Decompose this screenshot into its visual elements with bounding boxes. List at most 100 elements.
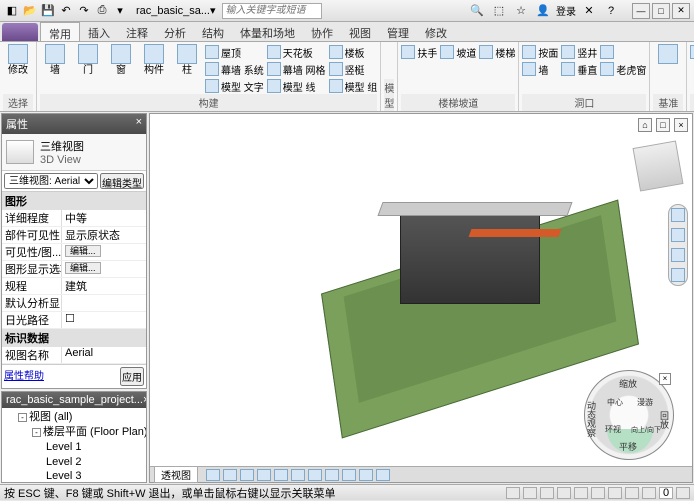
help-search-input[interactable] xyxy=(222,3,322,19)
maximize-button[interactable]: □ xyxy=(652,3,670,19)
ribbon-柱[interactable]: 柱 xyxy=(172,44,202,76)
ribbon-模型 文字[interactable]: 模型 文字 xyxy=(205,78,264,94)
visual-style-icon[interactable] xyxy=(240,469,254,481)
exchange-icon[interactable]: ✕ xyxy=(580,3,598,19)
tab-1[interactable]: 插入 xyxy=(80,22,118,41)
ribbon-竖井[interactable]: 竖井 xyxy=(561,44,597,60)
help-icon[interactable]: ? xyxy=(602,3,620,19)
minimize-button[interactable]: — xyxy=(632,3,650,19)
undo-icon[interactable]: ↶ xyxy=(58,3,74,19)
lock-icon[interactable] xyxy=(342,469,356,481)
ribbon-天花板[interactable]: 天花板 xyxy=(267,44,326,60)
property-row[interactable]: 默认分析显... xyxy=(2,295,146,312)
qat-dropdown-icon[interactable]: ▾ xyxy=(112,3,128,19)
ribbon-扶手[interactable]: 扶手 xyxy=(401,44,437,60)
tree-node[interactable]: Level 3 xyxy=(4,469,144,483)
property-row[interactable]: 规程建筑 xyxy=(2,278,146,295)
ribbon-楼板[interactable]: 楼板 xyxy=(329,44,378,60)
select-face-icon[interactable] xyxy=(625,487,639,499)
tab-3[interactable]: 分析 xyxy=(156,22,194,41)
temp-hide-icon[interactable] xyxy=(359,469,373,481)
crop-visible-icon[interactable] xyxy=(325,469,339,481)
close-button[interactable]: ✕ xyxy=(672,3,690,19)
render-icon[interactable] xyxy=(291,469,305,481)
tab-2[interactable]: 注释 xyxy=(118,22,156,41)
ribbon-墙[interactable]: 墙 xyxy=(40,44,70,76)
save-icon[interactable]: 💾 xyxy=(40,3,56,19)
view-restore-icon[interactable]: □ xyxy=(656,118,670,132)
property-row[interactable]: 日光路径☐ xyxy=(2,312,146,329)
properties-help-link[interactable]: 属性帮助 xyxy=(4,367,44,386)
view-cube[interactable] xyxy=(633,141,684,192)
nav-orbit-icon[interactable] xyxy=(671,268,685,282)
ribbon-老虎窗[interactable]: 老虎窗 xyxy=(600,61,646,77)
redo-icon[interactable]: ↷ xyxy=(76,3,92,19)
tree-node[interactable]: Level 1 xyxy=(4,440,144,455)
steering-wheel[interactable]: 缩放 回放 平移 动态观察 中心 漫游 环视 向上/向下 × xyxy=(584,370,674,460)
search-icon[interactable]: 🔍 xyxy=(468,3,486,19)
tree-node[interactable]: -视图 (all) xyxy=(4,410,144,425)
apply-button[interactable]: 应用 xyxy=(120,367,144,386)
ribbon-竖梃[interactable]: 竖梃 xyxy=(329,61,378,77)
workset-icon[interactable] xyxy=(506,487,520,499)
tab-4[interactable]: 结构 xyxy=(194,22,232,41)
ribbon-门[interactable]: 门 xyxy=(73,44,103,76)
tab-8[interactable]: 管理 xyxy=(379,22,417,41)
wheel-close-icon[interactable]: × xyxy=(659,373,671,385)
app-button[interactable] xyxy=(2,23,38,41)
scale-icon[interactable] xyxy=(206,469,220,481)
nav-pan-icon[interactable] xyxy=(671,228,685,242)
ribbon-幕墙 系统[interactable]: 幕墙 系统 xyxy=(205,61,264,77)
ribbon-btn[interactable] xyxy=(653,44,683,65)
select-underlay-icon[interactable] xyxy=(591,487,605,499)
view-home-icon[interactable]: ⌂ xyxy=(638,118,652,132)
ribbon-构件[interactable]: 构件 xyxy=(139,44,169,76)
drag-icon[interactable] xyxy=(642,487,656,499)
login-link[interactable]: 登录 xyxy=(556,3,576,19)
property-row[interactable]: 图形显示选项编辑... xyxy=(2,261,146,278)
tab-7[interactable]: 视图 xyxy=(341,22,379,41)
ribbon-坡道[interactable]: 坡道 xyxy=(440,44,476,60)
ribbon-幕墙 网格[interactable]: 幕墙 网格 xyxy=(267,61,326,77)
select-pinned-icon[interactable] xyxy=(608,487,622,499)
nav-zoom-icon[interactable] xyxy=(671,248,685,262)
ribbon-[interactable] xyxy=(600,44,646,60)
open-icon[interactable]: 📂 xyxy=(22,3,38,19)
property-row[interactable]: 可见性/图...编辑... xyxy=(2,244,146,261)
detail-icon[interactable] xyxy=(223,469,237,481)
tab-9[interactable]: 修改 xyxy=(417,22,455,41)
ribbon-楼梯[interactable]: 楼梯 xyxy=(479,44,515,60)
property-row[interactable]: 部件可见性显示原状态 xyxy=(2,227,146,244)
reveal-icon[interactable] xyxy=(376,469,390,481)
property-grid[interactable]: 图形 详细程度中等部件可见性显示原状态可见性/图...编辑...图形显示选项编辑… xyxy=(2,192,146,364)
tree-node[interactable]: -楼层平面 (Floor Plan) xyxy=(4,425,144,440)
shadows-icon[interactable] xyxy=(274,469,288,481)
edit-type-button[interactable]: 编辑类型 xyxy=(100,173,144,189)
editable-only-icon[interactable] xyxy=(540,487,554,499)
favorite-icon[interactable]: ☆ xyxy=(512,3,530,19)
tab-5[interactable]: 体量和场地 xyxy=(232,22,303,41)
print-icon[interactable]: ⎙ xyxy=(94,3,110,19)
ribbon-墙[interactable]: 墙 xyxy=(522,61,558,77)
ribbon-模型 组[interactable]: 模型 组 xyxy=(329,78,378,94)
ribbon-模型 线[interactable]: 模型 线 xyxy=(267,78,326,94)
ribbon-垂直[interactable]: 垂直 xyxy=(561,61,597,77)
instance-selector[interactable]: 三维视图: Aerial xyxy=(4,173,98,189)
view-close-icon[interactable]: × xyxy=(674,118,688,132)
property-row[interactable]: 视图名称Aerial xyxy=(2,347,146,364)
ribbon-窗[interactable]: 窗 xyxy=(106,44,136,76)
user-icon[interactable]: 👤 xyxy=(534,3,552,19)
title-dropdown-icon[interactable]: ▾ xyxy=(210,4,216,17)
tree-node[interactable]: Level 2 xyxy=(4,455,144,470)
sunpath-icon[interactable] xyxy=(257,469,271,481)
crop-icon[interactable] xyxy=(308,469,322,481)
app-menu-icon[interactable]: ◧ xyxy=(4,3,20,19)
nav-wheel-icon[interactable] xyxy=(671,208,685,222)
tab-6[interactable]: 协作 xyxy=(303,22,341,41)
ribbon-修改[interactable]: 修改 xyxy=(3,44,33,76)
ribbon-面积[interactable]: 面积 xyxy=(690,44,694,60)
filter-icon[interactable] xyxy=(676,487,690,499)
palette-close-icon[interactable]: × xyxy=(143,394,147,406)
project-tree[interactable]: -视图 (all)-楼层平面 (Floor Plan)Level 1Level … xyxy=(2,408,146,483)
tab-0[interactable]: 常用 xyxy=(40,22,80,41)
